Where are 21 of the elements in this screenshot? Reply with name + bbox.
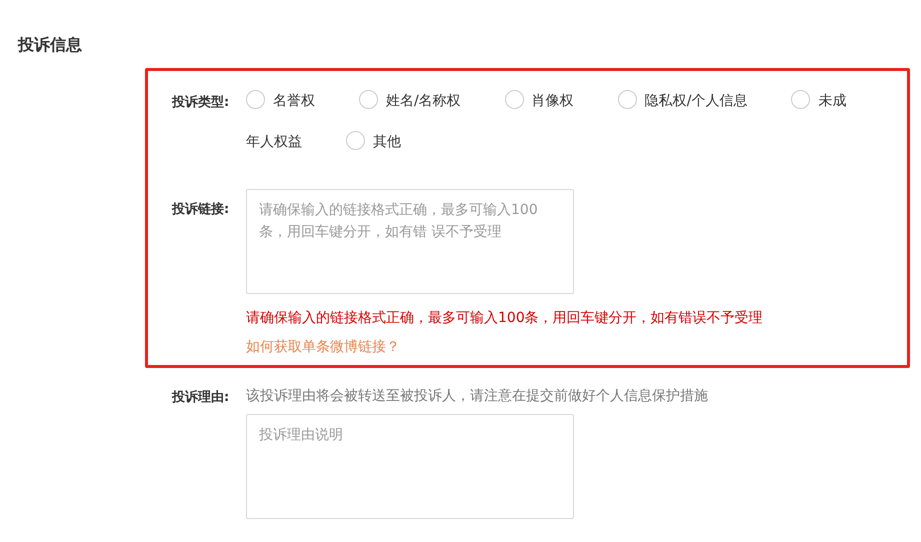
radio-button[interactable] — [791, 90, 810, 109]
field-label: 投诉类型: — [172, 94, 230, 111]
radio-label[interactable]: 肖像权 — [532, 93, 574, 109]
radio-button[interactable] — [246, 90, 265, 109]
radio-button[interactable] — [359, 90, 378, 109]
radio-label[interactable]: 姓名/名称权 — [386, 93, 461, 109]
radio-label[interactable]: 未成 — [818, 93, 846, 109]
radio-button[interactable] — [618, 90, 637, 109]
radio-label[interactable]: 其他 — [373, 134, 401, 150]
radio-label[interactable]: 隐私权/个人信息 — [644, 93, 748, 109]
radio-label[interactable]: 名誉权 — [273, 93, 315, 109]
radio-button[interactable] — [346, 131, 365, 150]
field-label: 投诉理由: — [172, 389, 230, 406]
links-input-field[interactable]: 请确保输入的链接格式正确，最多可输入100条，用回车键分开，如有错 误不予受理 — [246, 189, 574, 294]
radio-button[interactable] — [504, 90, 524, 109]
hint-text: 该投诉理由将会被转送至被投诉人，请注意在提交前做好个人信息保护措施 — [246, 387, 708, 406]
reason-input-field[interactable]: 投诉理由说明 — [246, 414, 574, 519]
radio-label[interactable]: 年人权益 — [246, 134, 302, 150]
error-message: 请确保输入的链接格式正确，最多可输入100条，用回车键分开，如有错误不予受理 — [246, 309, 763, 328]
section-title: 投诉信息 — [18, 34, 83, 56]
field-label: 投诉链接: — [172, 200, 230, 218]
